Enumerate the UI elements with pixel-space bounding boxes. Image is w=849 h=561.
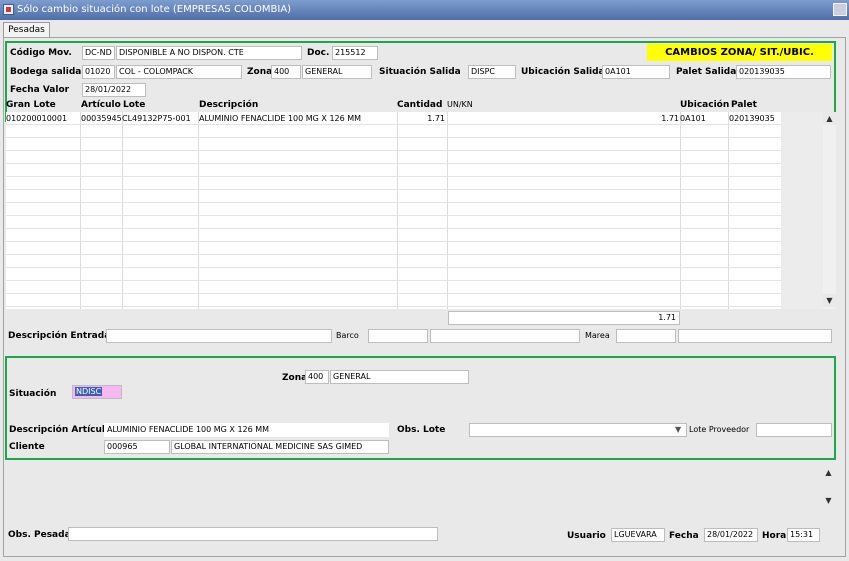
table-row[interactable]	[6, 138, 781, 151]
marea-code-field[interactable]	[616, 329, 676, 343]
grid-filler	[781, 112, 823, 309]
scroll-down-icon[interactable]: ▼	[822, 494, 835, 507]
barco-name-field[interactable]	[430, 329, 580, 343]
col-gran-lote[interactable]: Gran Lote	[6, 99, 56, 111]
col-articulo[interactable]: Artículo	[81, 99, 121, 111]
table-row[interactable]	[6, 242, 781, 255]
cell-lote: CL49132P75-001	[122, 114, 191, 123]
grid-scrollbar[interactable]	[823, 112, 836, 309]
scroll-up-icon[interactable]: ▲	[823, 112, 836, 125]
col-cantidad[interactable]: Cantidad	[397, 99, 442, 111]
table-row[interactable]	[6, 203, 781, 216]
cell-ubicacion: 0A101	[680, 114, 706, 123]
cell-un-kn: 1.71	[661, 114, 679, 123]
ubicacion-salida-label: Ubicación Salida	[521, 67, 605, 77]
bodega-name-field[interactable]: COL - COLOMPACK	[116, 65, 242, 79]
fecha-valor-label: Fecha Valor	[10, 85, 70, 95]
table-row[interactable]	[6, 151, 781, 164]
zona-code-field[interactable]: 400	[271, 65, 301, 79]
col-un-kn[interactable]: UN/KN	[447, 99, 473, 111]
usuario-field: LGUEVARA	[611, 528, 665, 542]
bodega-salida-label: Bodega salida	[10, 67, 82, 77]
table-row[interactable]	[6, 281, 781, 294]
tab-pesadas[interactable]: Pesadas	[3, 22, 50, 38]
doc-field[interactable]: 215512	[332, 46, 378, 60]
col-descripcion[interactable]: Descripción	[199, 99, 258, 111]
fecha-label: Fecha	[669, 531, 699, 541]
codigo-mov-code-field[interactable]: DC-ND	[82, 46, 115, 60]
situacion-salida-label: Situación Salida	[379, 67, 461, 77]
cliente-code-field[interactable]: 000965	[104, 440, 170, 454]
zona-destino-label: Zona	[282, 373, 308, 383]
cell-articulo: 00035945	[81, 114, 122, 123]
table-row[interactable]	[6, 125, 781, 138]
table-row[interactable]	[6, 190, 781, 203]
table-row[interactable]	[6, 229, 781, 242]
table-row[interactable]	[6, 255, 781, 268]
hora-label: Hora	[762, 531, 787, 541]
obs-lote-select[interactable]	[469, 423, 687, 437]
lot-grid[interactable]: 010200010001 00035945 CL49132P75-001 ALU…	[6, 112, 781, 309]
obs-pesada-label: Obs. Pesada	[8, 530, 71, 540]
lote-proveedor-label: Lote Proveedor	[689, 425, 750, 434]
palet-salida-label: Palet Salida	[676, 67, 737, 77]
descripcion-articulo-label: Descripción Artículo	[9, 425, 112, 435]
situacion-field[interactable]: NDISC	[72, 385, 122, 399]
bodega-code-field[interactable]: 01020	[82, 65, 115, 79]
table-row[interactable]	[6, 268, 781, 281]
descripcion-entrada-label: Descripción Entrada	[8, 331, 111, 341]
col-palet[interactable]: Palet	[731, 99, 757, 111]
col-lote[interactable]: Lote	[123, 99, 145, 111]
scroll-down-icon[interactable]: ▼	[823, 294, 836, 307]
cell-gran-lote: 010200010001	[6, 114, 68, 123]
close-icon[interactable]	[833, 3, 847, 16]
fecha-field: 28/01/2022	[704, 528, 758, 542]
total-cantidad-field: 1.71	[448, 311, 680, 325]
barco-code-field[interactable]	[368, 329, 428, 343]
descripcion-entrada-field[interactable]	[106, 329, 332, 343]
col-ubicacion[interactable]: Ubicación	[680, 99, 729, 111]
table-row[interactable]: 010200010001 00035945 CL49132P75-001 ALU…	[6, 112, 781, 125]
doc-label: Doc.	[307, 48, 330, 58]
cell-palet: 020139035	[729, 114, 775, 123]
situacion-label: Situación	[9, 389, 57, 399]
cambios-banner: CAMBIOS ZONA/ SIT./UBIC.	[647, 44, 832, 61]
obs-pesada-field[interactable]	[68, 527, 438, 541]
cell-cantidad: 1.71	[427, 114, 445, 123]
descripcion-articulo-field[interactable]: ALUMINIO FENACLIDE 100 MG X 126 MM	[104, 423, 389, 437]
zona-destino-name-field[interactable]: GENERAL	[330, 370, 469, 384]
marea-name-field[interactable]	[678, 329, 832, 343]
codigo-mov-desc-field[interactable]: DISPONIBLE A NO DISPON. CTE	[116, 46, 302, 60]
marea-label: Marea	[585, 331, 610, 340]
hora-field: 15:31	[787, 528, 820, 542]
codigo-mov-label: Código Mov.	[10, 48, 72, 58]
zona-name-field[interactable]: GENERAL	[302, 65, 372, 79]
palet-salida-field[interactable]: 020139035	[736, 65, 831, 79]
cell-descripcion: ALUMINIO FENACLIDE 100 MG X 126 MM	[199, 114, 362, 123]
table-row[interactable]	[6, 294, 781, 307]
app-icon	[3, 4, 14, 15]
zona-salida-label: Zona	[247, 67, 273, 77]
usuario-label: Usuario	[567, 531, 606, 541]
zona-destino-code-field[interactable]: 400	[305, 370, 329, 384]
ubicacion-salida-field[interactable]: 0A101	[602, 65, 670, 79]
window-titlebar: Sólo cambio situación con lote (EMPRESAS…	[0, 0, 849, 20]
window-title: Sólo cambio situación con lote (EMPRESAS…	[17, 4, 292, 15]
table-row[interactable]	[6, 216, 781, 229]
table-row[interactable]	[6, 177, 781, 190]
barco-label: Barco	[336, 331, 359, 340]
situacion-value: NDISC	[75, 387, 103, 396]
lote-proveedor-field[interactable]	[756, 423, 832, 437]
fecha-valor-field[interactable]: 28/01/2022	[82, 83, 146, 97]
table-row[interactable]	[6, 164, 781, 177]
scroll-up-icon[interactable]: ▲	[822, 466, 835, 479]
chevron-down-icon[interactable]: ▼	[675, 423, 681, 437]
cliente-label: Cliente	[9, 442, 45, 452]
cliente-name-field[interactable]: GLOBAL INTERNATIONAL MEDICINE SAS GIMED	[171, 440, 389, 454]
obs-lote-label: Obs. Lote	[397, 425, 446, 435]
situacion-salida-field[interactable]: DISPC	[468, 65, 516, 79]
